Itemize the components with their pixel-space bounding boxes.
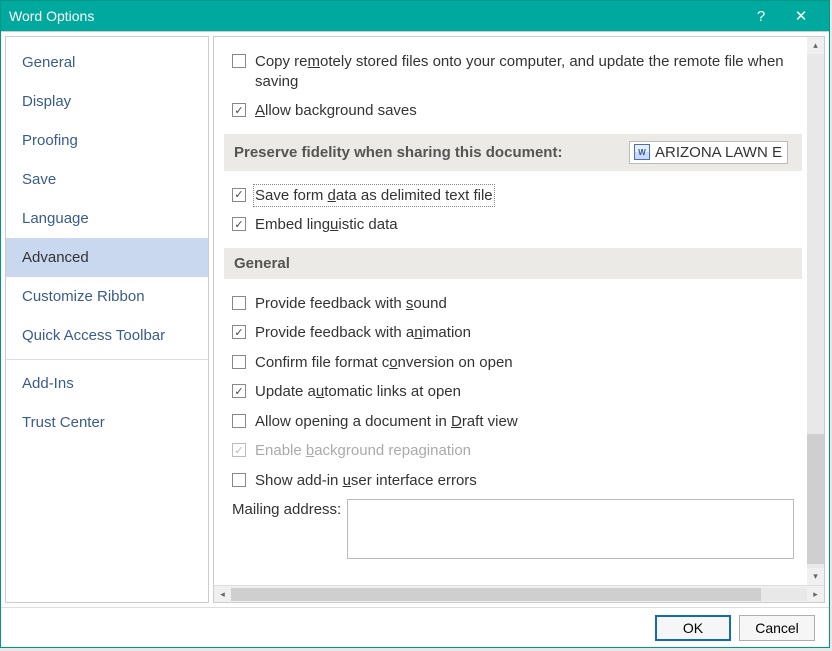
scroll-down-icon[interactable]: ▾ [807,568,824,585]
label-copy-remote: Copy remotely stored files onto your com… [255,52,802,91]
section-general: General [224,248,802,279]
sidebar-item-proofing[interactable]: Proofing [6,121,208,160]
horizontal-scrollbar[interactable]: ◂ ▸ [214,585,824,602]
label-confirm-format: Confirm file format conversion on open [255,353,513,373]
option-confirm-format: Confirm file format conversion on open [232,348,802,378]
help-button[interactable]: ? [741,1,781,31]
sidebar-item-addins[interactable]: Add-Ins [6,364,208,403]
titlebar: Word Options ? ✕ [1,1,829,31]
checkbox-bg-repagination [232,443,246,457]
checkbox-copy-remote[interactable] [232,54,246,68]
scroll-left-icon[interactable]: ◂ [214,586,231,603]
checkbox-draft-view[interactable] [232,414,246,428]
scroll-up-icon[interactable]: ▴ [807,37,824,54]
word-doc-icon: W [634,144,650,160]
sidebar-item-advanced[interactable]: Advanced [6,238,208,277]
scroll-right-icon[interactable]: ▸ [807,586,824,603]
option-draft-view: Allow opening a document in Draft view [232,407,802,437]
hscroll-thumb[interactable] [231,588,761,601]
option-feedback-animation: Provide feedback with animation [232,318,802,348]
cancel-button[interactable]: Cancel [739,615,815,641]
checkbox-feedback-animation[interactable] [232,325,246,339]
sidebar-item-display[interactable]: Display [6,82,208,121]
label-embed-linguistic: Embed linguistic data [255,215,398,235]
checkbox-allow-bg-saves[interactable] [232,103,246,117]
label-save-form-data: Save form data as delimited text file [255,186,493,206]
label-allow-bg-saves: Allow background saves [255,101,417,121]
checkbox-update-links[interactable] [232,384,246,398]
document-name: ARIZONA LAWN EXP [655,144,783,161]
document-selector[interactable]: W ARIZONA LAWN EXP [629,141,788,164]
sidebar-item-general[interactable]: General [6,43,208,82]
sidebar-item-trust-center[interactable]: Trust Center [6,403,208,442]
vscroll-track[interactable] [807,54,824,568]
label-feedback-animation: Provide feedback with animation [255,323,471,343]
close-button[interactable]: ✕ [781,1,821,31]
dialog-footer: OK Cancel [1,607,829,647]
hscroll-track[interactable] [231,588,807,601]
sidebar-divider [6,359,208,360]
ok-button[interactable]: OK [655,615,731,641]
label-update-links: Update automatic links at open [255,382,461,402]
checkbox-confirm-format[interactable] [232,355,246,369]
option-feedback-sound: Provide feedback with sound [232,289,802,319]
sidebar-item-save[interactable]: Save [6,160,208,199]
section-preserve-fidelity: Preserve fidelity when sharing this docu… [224,134,802,171]
mailing-address-input[interactable] [347,499,794,559]
sidebar-item-language[interactable]: Language [6,199,208,238]
category-sidebar: General Display Proofing Save Language A… [5,36,209,603]
option-copy-remote: Copy remotely stored files onto your com… [232,47,802,96]
window-title: Word Options [9,8,741,24]
option-bg-repagination: Enable background repagination [232,436,802,466]
section-preserve-title: Preserve fidelity when sharing this docu… [234,144,562,161]
word-options-dialog: Word Options ? ✕ General Display Proofin… [0,0,830,648]
sidebar-item-customize-ribbon[interactable]: Customize Ribbon [6,277,208,316]
main-scroll-area: Copy remotely stored files onto your com… [214,37,824,585]
label-bg-repagination: Enable background repagination [255,441,471,461]
option-addin-errors: Show add-in user interface errors [232,466,802,496]
mailing-address-row: Mailing address: [232,495,802,563]
label-addin-errors: Show add-in user interface errors [255,471,477,491]
option-update-links: Update automatic links at open [232,377,802,407]
sidebar-item-quick-access[interactable]: Quick Access Toolbar [6,316,208,355]
option-allow-bg-saves: Allow background saves [232,96,802,126]
option-embed-linguistic: Embed linguistic data [232,210,802,240]
mailing-address-label: Mailing address: [232,499,341,518]
checkbox-embed-linguistic[interactable] [232,217,246,231]
vertical-scrollbar[interactable]: ▴ ▾ [807,37,824,585]
main-panel: Copy remotely stored files onto your com… [213,36,825,603]
checkbox-feedback-sound[interactable] [232,296,246,310]
label-feedback-sound: Provide feedback with sound [255,294,447,314]
vscroll-thumb[interactable] [807,434,824,564]
option-save-form-data: Save form data as delimited text file [232,181,802,211]
checkbox-save-form-data[interactable] [232,188,246,202]
label-draft-view: Allow opening a document in Draft view [255,412,518,432]
dialog-body: General Display Proofing Save Language A… [1,31,829,607]
checkbox-addin-errors[interactable] [232,473,246,487]
